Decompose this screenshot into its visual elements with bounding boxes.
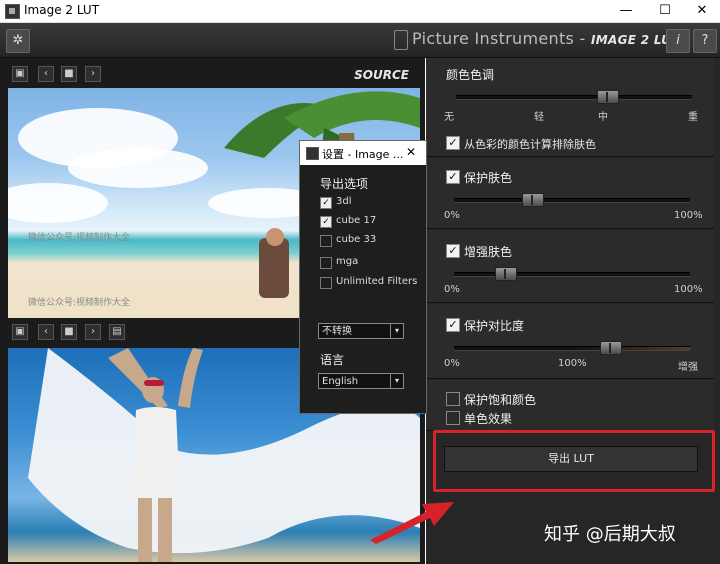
- protect-contrast-slider-thumb[interactable]: [599, 341, 622, 355]
- protect-skin-title: 保护肤色: [464, 171, 513, 185]
- tone-tick-medium: 中: [598, 112, 608, 123]
- chevron-left-icon[interactable]: ‹: [38, 66, 54, 82]
- language-select-value: English: [322, 376, 359, 387]
- enhance-skin-checkbox[interactable]: ✓: [446, 244, 460, 258]
- format-cube33-label: cube 33: [336, 234, 377, 245]
- tone-title: 颜色色调: [446, 68, 495, 82]
- watermark-text: 微信公众号:视频制作大全: [28, 233, 131, 243]
- close-button[interactable]: ✕: [682, 0, 720, 22]
- format-mga-checkbox[interactable]: [320, 257, 332, 269]
- tone-tick-heavy: 重: [688, 112, 698, 123]
- settings-dialog-title: 设置 - Image ...: [322, 148, 404, 161]
- protect-contrast-slider-track[interactable]: [454, 346, 690, 351]
- enhance-skin-slider-track[interactable]: [454, 272, 690, 277]
- exclude-skin-label: 从色彩的颜色计算排除肤色: [464, 138, 596, 151]
- tone-tick-light: 轻: [534, 112, 544, 123]
- protect-skin-max: 100%: [674, 210, 703, 221]
- protect-contrast-max: 增强: [678, 362, 698, 373]
- monochrome-label: 单色效果: [464, 412, 513, 426]
- minimize-button[interactable]: —: [606, 0, 646, 22]
- save-icon[interactable]: ▣: [12, 66, 28, 82]
- protect-skin-slider-track[interactable]: [454, 198, 690, 203]
- brand-title: Picture Instruments - IMAGE 2 LUT: [398, 29, 680, 48]
- source-navbar: ▣ ‹ ■ › SOURCE: [8, 62, 423, 84]
- format-mga-label: mga: [336, 256, 359, 267]
- cloud-shape: [68, 148, 208, 188]
- info-button[interactable]: i: [666, 29, 690, 53]
- disk-icon[interactable]: ▤: [109, 324, 125, 340]
- window-title: Image 2 LUT: [24, 3, 100, 17]
- settings-dialog-title-bar: 设置 - Image ... ✕: [300, 141, 426, 165]
- format-3dl-label: 3dl: [336, 196, 352, 207]
- enhance-skin-min: 0%: [444, 284, 460, 295]
- protect-skin-slider-thumb[interactable]: [522, 193, 545, 207]
- highlight-box: [433, 430, 715, 492]
- protect-saturation-checkbox[interactable]: [446, 392, 460, 406]
- maximize-button[interactable]: ☐: [645, 0, 685, 22]
- protect-contrast-min: 0%: [444, 358, 460, 369]
- help-button[interactable]: ?: [693, 29, 717, 53]
- brand-name: Picture Instruments -: [412, 29, 592, 48]
- chevron-right-icon[interactable]: ›: [85, 66, 101, 82]
- format-cube17-checkbox[interactable]: ✓: [320, 216, 332, 228]
- settings-dialog: 设置 - Image ... ✕ 导出选项 ✓ 3dl ✓ cube 17 cu…: [299, 140, 427, 414]
- chevron-left-icon[interactable]: ‹: [38, 324, 54, 340]
- tone-slider-track[interactable]: [456, 95, 692, 100]
- enhance-skin-title: 增强肤色: [464, 245, 513, 259]
- monochrome-checkbox[interactable]: [446, 411, 460, 425]
- protect-skin-checkbox[interactable]: ✓: [446, 170, 460, 184]
- format-unlimited-checkbox[interactable]: [320, 277, 332, 289]
- gear-icon[interactable]: ✲: [6, 29, 30, 53]
- save-icon[interactable]: ▣: [12, 324, 28, 340]
- app-toolbar: ✲ Picture Instruments - IMAGE 2 LUT i ?: [0, 23, 720, 58]
- protect-saturation-label: 保护饱和颜色: [464, 393, 537, 407]
- enhance-skin-section: ✓ 增强肤色 0% 100%: [426, 230, 714, 303]
- source-label: SOURCE: [354, 68, 409, 82]
- language-select[interactable]: English ▾: [318, 373, 404, 389]
- enhance-skin-slider-thumb[interactable]: [494, 267, 517, 281]
- format-cube17-label: cube 17: [336, 215, 377, 226]
- app-icon: [306, 147, 319, 160]
- chevron-down-icon: ▾: [390, 324, 403, 338]
- language-heading: 语言: [320, 353, 345, 367]
- folder-icon[interactable]: ■: [61, 66, 77, 82]
- protect-skin-min: 0%: [444, 210, 460, 221]
- format-unlimited-label: Unlimited Filters: [336, 276, 418, 287]
- tone-tick-none: 无: [444, 112, 454, 123]
- convert-select-value: 不转换: [322, 326, 352, 337]
- cloud-shape: [8, 183, 108, 223]
- protect-contrast-mid: 100%: [558, 358, 587, 369]
- folder-icon[interactable]: ■: [61, 324, 77, 340]
- format-3dl-checkbox[interactable]: ✓: [320, 197, 332, 209]
- protect-skin-section: ✓ 保护肤色 0% 100%: [426, 158, 714, 229]
- window-title-bar: Image 2 LUT — ☐ ✕: [0, 0, 720, 23]
- format-cube33-checkbox[interactable]: [320, 235, 332, 247]
- protect-contrast-section: ✓ 保护对比度 0% 100% 增强: [426, 304, 714, 379]
- exclude-skin-checkbox[interactable]: ✓: [446, 136, 460, 150]
- export-options-heading: 导出选项: [320, 177, 369, 191]
- pointer-arrow-shape: [370, 502, 454, 544]
- extra-options-section: 保护饱和颜色 单色效果: [426, 380, 714, 431]
- chevron-down-icon: ▾: [390, 374, 403, 388]
- tone-section: 颜色色调 无 轻 中 重 ✓ 从色彩的颜色计算排除肤色: [426, 58, 714, 157]
- credit-watermark: 知乎 @后期大叔: [544, 524, 676, 545]
- chevron-right-icon[interactable]: ›: [85, 324, 101, 340]
- tone-slider-thumb[interactable]: [597, 90, 620, 104]
- app-icon: [5, 4, 20, 19]
- protect-contrast-title: 保护对比度: [464, 319, 525, 333]
- convert-select[interactable]: 不转换 ▾: [318, 323, 404, 339]
- enhance-skin-max: 100%: [674, 284, 703, 295]
- protect-contrast-checkbox[interactable]: ✓: [446, 318, 460, 332]
- settings-dialog-close-icon[interactable]: ✕: [406, 145, 416, 159]
- watermark-text: 微信公众号:视频制作大全: [28, 298, 131, 308]
